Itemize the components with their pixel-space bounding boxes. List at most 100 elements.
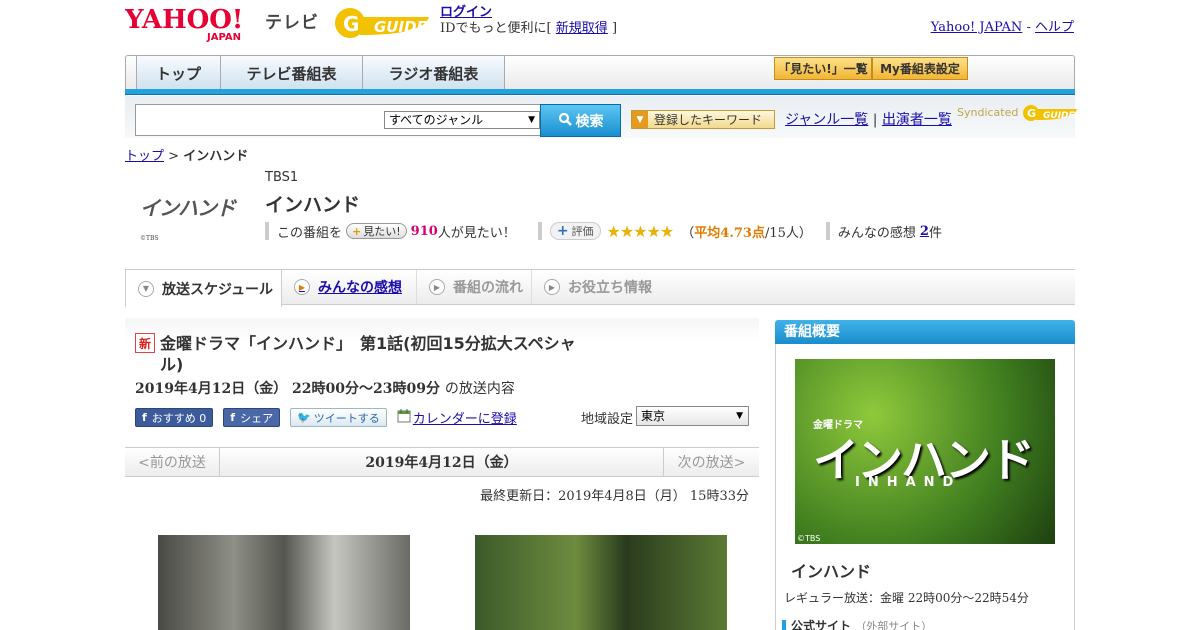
svg-text:GUIDE: GUIDE xyxy=(1043,111,1076,121)
yahoo-japan-link[interactable]: Yahoo! JAPAN xyxy=(931,20,1023,35)
breadcrumb-current: インハンド xyxy=(183,149,249,164)
gguide-logo[interactable]: G GUIDE xyxy=(334,5,434,41)
tv-label: テレビ xyxy=(265,13,319,33)
yahoo-logo-text: YAHOO! xyxy=(125,6,243,35)
tweet-button-label: ツイートする xyxy=(313,411,380,425)
breadcrumb-top-link[interactable]: トップ xyxy=(125,149,164,164)
top-links: Yahoo! JAPAN - ヘルプ xyxy=(931,16,1074,35)
play-icon: ▶ xyxy=(544,279,560,295)
official-site-label: 公式サイト xyxy=(791,619,852,630)
region-label: 地域設定 xyxy=(581,412,634,427)
yahoo-japan-logo[interactable]: YAHOO! JAPAN xyxy=(124,5,260,43)
episode-datetime: 2019年4月12日（金） 22時00分～23時09分 xyxy=(135,381,440,397)
rating-stars: ★★★★★ xyxy=(606,221,675,241)
facebook-icon: f xyxy=(230,411,236,424)
tab-useful-info-label: お役立ち情報 xyxy=(568,280,652,296)
syndicated-gguide-badge: Syndicated G GUIDE xyxy=(957,103,1078,123)
episode-photo xyxy=(158,535,410,630)
tab-reviews-label: みんなの感想 xyxy=(318,280,402,296)
keyword-button[interactable]: ▼ 登録したキーワード xyxy=(631,110,775,129)
breadcrumb-separator: > xyxy=(168,149,180,164)
channel-name: TBS1 xyxy=(265,170,299,185)
login-box: ログイン IDでもっと便利に[ 新規取得 ] xyxy=(440,5,617,37)
episode-datetime-row: 2019年4月12日（金） 22時00分～23時09分 の放送内容 xyxy=(135,378,515,398)
episode-title: 金曜ドラマ「インハンド」 第1話(初回15分拡大スペシャル) xyxy=(160,334,576,374)
reviews-pre-text: みんなの感想 xyxy=(837,225,916,241)
link-separator: - xyxy=(1022,20,1035,35)
tab-schedule-label: 放送スケジュール xyxy=(162,281,274,298)
genre-select-value: すべてのジャンル xyxy=(389,113,484,127)
link-divider: | xyxy=(872,112,878,128)
region-select[interactable]: 東京 ▼ xyxy=(636,406,749,426)
svg-text:G: G xyxy=(1027,107,1036,120)
divider xyxy=(825,222,830,240)
tab-program-flow-label: 番組の流れ xyxy=(453,280,523,296)
rating-button[interactable]: + 評価 xyxy=(549,222,601,240)
mitai-button[interactable]: + 見たい! xyxy=(346,223,407,239)
external-site-note: （外部サイト） xyxy=(855,620,933,630)
my-schedule-button[interactable]: My番組表設定 xyxy=(872,57,968,80)
signup-link[interactable]: 新規取得 xyxy=(556,21,608,36)
play-icon: ▶ xyxy=(294,279,310,295)
nav-accent-bar xyxy=(125,89,1075,95)
login-link[interactable]: ログイン xyxy=(440,5,492,20)
mitai-pre-text: この番組を xyxy=(277,225,343,241)
rating-open: （ xyxy=(681,225,695,241)
divider xyxy=(537,222,542,240)
facebook-recommend-button[interactable]: f おすすめ 0 xyxy=(135,408,214,427)
tweet-button[interactable]: 🐦 ツイートする xyxy=(290,408,387,427)
program-logo: インハンド ©TBS xyxy=(140,184,255,244)
triangle-down-icon: ▼ xyxy=(632,111,648,128)
program-tabs: ▼ 放送スケジュール ▶ みんなの感想 ▶ 番組の流れ ▶ お役立ち情報 xyxy=(125,269,1075,307)
prev-broadcast-link[interactable]: <前の放送 xyxy=(125,447,220,477)
rating-button-label: 評価 xyxy=(571,225,594,238)
nav-tab-tv-schedule[interactable]: テレビ番組表 xyxy=(221,56,363,90)
syndicated-label: Syndicated xyxy=(957,106,1019,119)
plus-icon: + xyxy=(556,223,569,239)
facebook-share-label: シェア xyxy=(240,411,274,425)
current-broadcast-date: 2019年4月12日（金） xyxy=(365,455,518,471)
program-key-visual: 金曜ドラマ インハンド INHAND ©TBS xyxy=(795,359,1055,544)
share-row: f おすすめ 0 f シェア 🐦 ツイートする カレンダーに登録 xyxy=(135,408,517,427)
key-visual-subtitle: INHAND xyxy=(855,475,962,490)
facebook-share-button[interactable]: f シェア xyxy=(223,408,281,427)
official-site-link[interactable]: 公式サイト （外部サイト） xyxy=(782,620,932,630)
svg-text:JAPAN: JAPAN xyxy=(206,32,241,42)
breadcrumb: トップ > インハンド xyxy=(125,145,248,164)
login-prompt-post: ] xyxy=(611,21,618,36)
divider xyxy=(265,222,269,240)
calendar-register-link[interactable]: カレンダーに登録 xyxy=(413,408,517,427)
nav-tab-radio-schedule[interactable]: ラジオ番組表 xyxy=(363,56,505,90)
rating-count: /15人） xyxy=(764,225,812,241)
tab-schedule[interactable]: ▼ 放送スケジュール xyxy=(125,269,282,307)
calendar-icon xyxy=(397,408,411,427)
twitter-bird-icon: 🐦 xyxy=(297,411,311,424)
genre-select[interactable]: すべてのジャンル ▼ xyxy=(384,111,540,129)
nav-tab-top[interactable]: トップ xyxy=(136,56,221,90)
cast-list-link[interactable]: 出演者一覧 xyxy=(882,112,952,128)
tab-reviews[interactable]: ▶ みんなの感想 xyxy=(282,270,417,304)
tab-useful-info: ▶ お役立ち情報 xyxy=(532,270,667,304)
sidebar-program-title: インハンド xyxy=(791,562,872,581)
reviews-post-text: 件 xyxy=(928,225,942,241)
reviews-count-link[interactable]: 2 xyxy=(920,224,929,239)
program-overview-heading: 番組概要 xyxy=(775,320,1075,344)
program-info-row: この番組を + 見たい! 910 人が見たい！ + 評価 ★★★★★ （ 平均4.7… xyxy=(265,221,942,241)
help-link[interactable]: ヘルプ xyxy=(1035,20,1074,35)
chevron-down-icon: ▼ xyxy=(528,115,535,125)
regular-broadcast-info: レギュラー放送：金曜 22時00分～22時54分 xyxy=(784,591,1029,605)
plus-icon: + xyxy=(352,224,362,238)
facebook-recommend-label: おすすめ 0 xyxy=(151,411,207,425)
region-select-value: 東京 xyxy=(641,409,666,423)
episode-photo xyxy=(475,535,727,630)
login-prompt-pre: IDでもっと便利に[ xyxy=(440,21,552,36)
search-button-label: 検索 xyxy=(575,113,604,130)
genre-list-link[interactable]: ジャンル一覧 xyxy=(785,112,868,128)
program-logo-copyright: ©TBS xyxy=(140,235,159,242)
mitai-list-button[interactable]: 「見たい!」一覧 xyxy=(774,57,872,80)
next-broadcast-link[interactable]: 次の放送> xyxy=(663,447,759,477)
search-icon xyxy=(558,112,572,130)
search-button[interactable]: 検索 xyxy=(540,104,621,137)
new-badge: 新 xyxy=(135,333,155,353)
keyword-button-label: 登録したキーワード xyxy=(654,113,763,127)
